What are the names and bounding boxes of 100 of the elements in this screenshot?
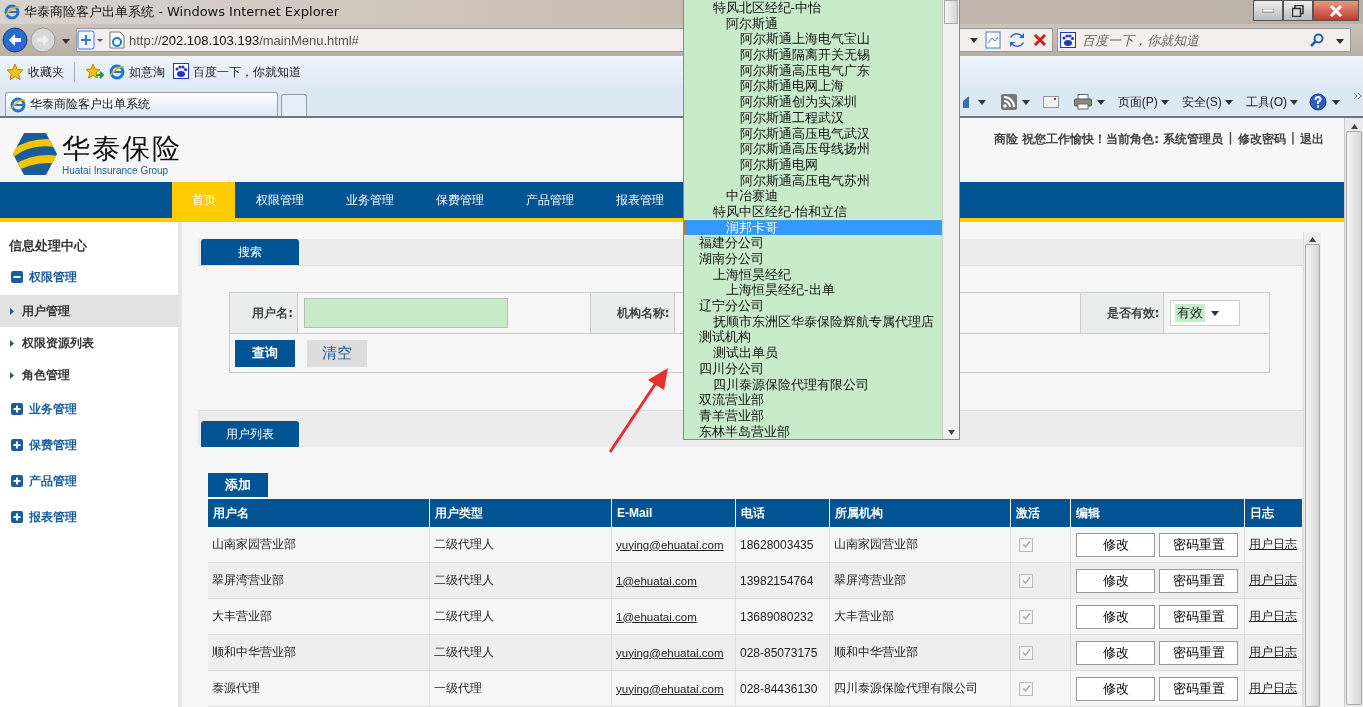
dropdown-option[interactable]: 特风中区经纪-怡和立信 xyxy=(684,203,942,220)
nav-tab[interactable]: 业务管理 xyxy=(325,182,415,218)
favorite-link[interactable]: 如意淘 xyxy=(129,63,165,81)
sidebar-group[interactable]: 报表管理 xyxy=(29,508,77,526)
greeting-text: 商险 祝您工作愉快！当前角色: 系统管理员 xyxy=(994,131,1224,148)
command-menu[interactable]: 工具(O) xyxy=(1245,93,1287,111)
dropdown-option[interactable]: 阿尔斯通电网 xyxy=(684,156,942,173)
dropdown-option[interactable]: 辽宁分公司 xyxy=(684,298,942,314)
reset-password-button[interactable]: 密码重置 xyxy=(1159,604,1238,629)
command-menu[interactable]: 页面(P) xyxy=(1117,93,1158,111)
table-cell: 二级代理人 xyxy=(430,563,612,599)
sidebar-item[interactable]: 角色管理 xyxy=(0,359,178,391)
favorite-link[interactable]: 百度一下，你就知道 xyxy=(193,63,301,81)
dropdown-option[interactable]: 四川分公司 xyxy=(684,360,942,377)
status-select[interactable]: 有效 xyxy=(1170,300,1241,327)
reset-password-button[interactable]: 密码重置 xyxy=(1159,640,1238,665)
table-cell: 翠屏湾营业部 xyxy=(208,563,430,599)
column-header: 用户类型 xyxy=(430,499,612,527)
dropdown-option[interactable]: 东林半岛营业部 xyxy=(684,423,942,439)
email-link[interactable]: yuying@ehuatai.com xyxy=(616,538,724,551)
email-link[interactable]: 1@ehuatai.com xyxy=(616,610,697,623)
sidebar-item[interactable]: 用户管理 xyxy=(0,295,178,327)
dropdown-option[interactable]: 阿尔斯通上海电气宝山 xyxy=(684,31,942,48)
dropdown-option[interactable]: 阿尔斯通高压电气武汉 xyxy=(684,125,942,142)
field-label: 是否有效: xyxy=(1080,293,1165,334)
sidebar-group[interactable]: 产品管理 xyxy=(29,472,77,490)
panel-tab[interactable]: 搜索 xyxy=(201,239,299,266)
dropdown-option[interactable]: 阿尔斯通电网上海 xyxy=(684,78,942,95)
edit-button[interactable]: 修改 xyxy=(1076,568,1155,593)
command-menu[interactable]: 安全(S) xyxy=(1181,93,1222,111)
dropdown-option[interactable]: 四川泰源保险代理有限公司 xyxy=(684,376,942,393)
dropdown-option[interactable]: 阿尔斯通创为实深圳 xyxy=(684,94,942,110)
address-field[interactable]: http://202.108.103.193/mainMenu.html# xyxy=(129,32,359,48)
table-cell: 二级代理人 xyxy=(430,635,612,671)
logo-text: 华泰保险 xyxy=(62,132,182,165)
separator: | xyxy=(1290,131,1295,147)
dropdown-option[interactable]: 阿尔斯通隔离开关无锡 xyxy=(684,47,942,63)
table-cell: 13982154764 xyxy=(736,563,830,599)
field-label: 用户名: xyxy=(230,293,299,334)
table-cell: 四川泰源保险代理有限公司 xyxy=(830,671,1011,707)
dropdown-option[interactable]: 阿尔斯通高压电气苏州 xyxy=(684,172,942,189)
reset-password-button[interactable]: 密码重置 xyxy=(1159,568,1238,593)
header-link[interactable]: 修改密码 xyxy=(1237,131,1286,148)
dropdown-option[interactable]: 抚顺市东洲区华泰保险辉航专属代理店 xyxy=(684,313,942,330)
dropdown-option[interactable]: 双流营业部 xyxy=(684,392,942,408)
table-cell: 泰源代理 xyxy=(208,671,430,707)
table-cell: 顺和中华营业部 xyxy=(830,635,1011,671)
browser-tab[interactable]: 华泰商险客户出单系统 xyxy=(5,92,278,116)
table-cell: 翠屏湾营业部 xyxy=(830,563,1011,599)
edit-button[interactable]: 修改 xyxy=(1076,604,1155,629)
dropdown-option[interactable]: 上海恒昊经纪-出单 xyxy=(684,282,942,299)
user-log-link[interactable]: 用户日志 xyxy=(1249,537,1297,552)
nav-tab[interactable]: 权限管理 xyxy=(235,182,325,218)
reset-password-button[interactable]: 密码重置 xyxy=(1159,532,1238,557)
table-cell: 顺和中华营业部 xyxy=(208,635,430,671)
logo-subtitle: Huatai Insurance Group xyxy=(62,164,170,176)
header-link[interactable]: 退出 xyxy=(1300,131,1324,148)
nav-tab[interactable]: 保费管理 xyxy=(415,182,505,218)
field-label: 机构名称: xyxy=(590,293,675,334)
sidebar-group[interactable]: 保费管理 xyxy=(29,436,77,454)
clear-button[interactable]: 清空 xyxy=(307,339,367,367)
dropdown-option[interactable]: 中冶赛迪 xyxy=(684,188,942,204)
dropdown-option[interactable]: 阿尔斯通工程武汉 xyxy=(684,109,942,126)
column-header: 日志 xyxy=(1245,499,1303,527)
dropdown-option[interactable]: 阿尔斯通高压电气广东 xyxy=(684,62,942,79)
dropdown-option[interactable]: 测试机构 xyxy=(684,329,942,346)
dropdown-option[interactable]: 上海恒昊经纪 xyxy=(684,266,942,283)
edit-button[interactable]: 修改 xyxy=(1076,532,1155,557)
add-button[interactable]: 添加 xyxy=(208,473,268,497)
search-box[interactable]: 百度一下，你就知道 xyxy=(1057,28,1351,52)
column-header: 所属机构 xyxy=(830,499,1011,527)
table-cell: 一级代理 xyxy=(430,671,612,707)
edit-button[interactable]: 修改 xyxy=(1076,676,1155,701)
email-link[interactable]: yuying@ehuatai.com xyxy=(616,682,724,695)
panel-tab[interactable]: 用户列表 xyxy=(201,421,299,448)
user-log-link[interactable]: 用户日志 xyxy=(1249,609,1297,624)
dropdown-option[interactable]: 湖南分公司 xyxy=(684,251,942,267)
nav-tab[interactable]: 报表管理 xyxy=(595,182,685,218)
sidebar-item[interactable]: 权限资源列表 xyxy=(0,327,178,359)
separator: | xyxy=(1228,131,1233,147)
dropdown-option[interactable]: 测试出单员 xyxy=(684,345,942,361)
nav-tab[interactable]: 产品管理 xyxy=(505,182,595,218)
column-header: 激活 xyxy=(1011,499,1071,527)
column-header: 电话 xyxy=(736,499,830,527)
edit-button[interactable]: 修改 xyxy=(1076,640,1155,665)
user-log-link[interactable]: 用户日志 xyxy=(1249,681,1297,696)
search-field[interactable]: 百度一下，你就知道 xyxy=(1080,31,1306,49)
query-button[interactable]: 查询 xyxy=(235,339,295,367)
dropdown-option[interactable]: 特风北区经纪-中怡 xyxy=(684,0,942,16)
dropdown-option[interactable]: 青羊营业部 xyxy=(684,407,942,424)
dropdown-option[interactable]: 阿尔斯通高压母线扬州 xyxy=(684,141,942,157)
window-title: 华泰商险客户出单系统 - Windows Internet Explorer xyxy=(24,3,339,21)
dropdown-option[interactable]: 福建分公司 xyxy=(684,235,942,251)
sidebar-group[interactable]: 业务管理 xyxy=(29,400,77,418)
favorites-button[interactable]: 收藏夹 xyxy=(28,63,64,81)
reset-password-button[interactable]: 密码重置 xyxy=(1159,676,1238,701)
sidebar-group[interactable]: 权限管理 xyxy=(29,268,77,286)
dropdown-option[interactable]: 阿尔斯通 xyxy=(684,15,942,32)
sidebar-title: 信息处理中心 xyxy=(7,237,88,255)
column-header: 用户名 xyxy=(208,499,430,527)
